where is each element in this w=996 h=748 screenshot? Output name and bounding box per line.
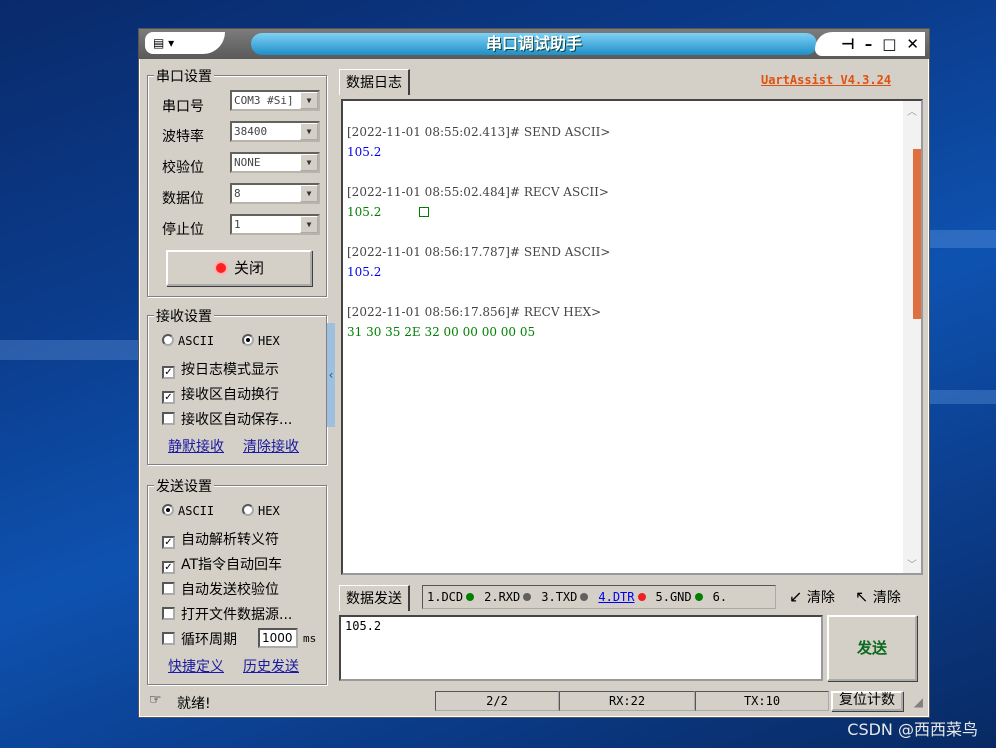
file-source-checkbox[interactable]: 打开文件数据源... (162, 604, 292, 624)
send-settings-group: 发送设置 ASCII HEX ✓ 自动解析转义符 ✓ AT指令自动回车 自动发送校验… (147, 476, 327, 685)
window-controls: ⊣ – □ ✕ (815, 32, 925, 56)
arrow-up-left-icon: ↖ (855, 587, 869, 606)
recv-hex-radio[interactable]: HEX (242, 334, 280, 348)
wallpaper-beam (0, 340, 140, 360)
log-area[interactable]: [2022-11-01 08:55:02.413]# SEND ASCII> 1… (341, 99, 923, 575)
group-title: 接收设置 (154, 306, 214, 326)
unprintable-char-glyph (419, 207, 430, 217)
chevron-down-icon[interactable]: ▼ (300, 92, 318, 109)
stopbits-label: 停止位 (162, 222, 204, 238)
history-send-link[interactable]: 历史发送 (243, 656, 299, 676)
close-window-button[interactable]: ✕ (906, 35, 919, 53)
wallpaper-beam (930, 230, 996, 248)
chevron-down-icon[interactable]: ▼ (300, 185, 318, 202)
recv-settings-group: 接收设置 ASCII HEX ✓ 按日志模式显示 ✓ 接收区自动换行 接收区自动保存… (147, 306, 327, 465)
window-title: 串口调试助手 (251, 33, 817, 55)
period-unit: ms (303, 632, 317, 645)
watermark: CSDN @西西菜鸟 (847, 720, 978, 739)
log-header: [2022-11-01 08:55:02.484]# RECV ASCII> (347, 185, 609, 199)
port-label: 串口号 (162, 99, 204, 115)
scroll-down-icon[interactable]: ﹀ (907, 556, 917, 571)
recv-ascii-radio[interactable]: ASCII (162, 334, 214, 348)
log-body: 105.2 (347, 265, 382, 279)
status-text: 就绪! (177, 696, 211, 712)
close-port-button[interactable]: 关闭 (166, 250, 312, 286)
hand-pointer-icon: ☞ (149, 692, 162, 708)
auto-checksum-checkbox[interactable]: 自动发送校验位 (162, 579, 279, 599)
status-rx: RX:22 (559, 691, 695, 711)
panel-collapse-handle[interactable]: ‹ (327, 323, 335, 427)
chevron-down-icon[interactable]: ▼ (300, 216, 318, 233)
parity-select[interactable]: NONE ▼ (230, 152, 320, 173)
log-mode-checkbox[interactable]: ✓ 按日志模式显示 (162, 359, 279, 379)
pin-dtr[interactable]: 4.DTR (598, 590, 634, 604)
log-body: 105.2 (347, 145, 382, 159)
baud-label: 波特率 (162, 129, 204, 145)
status-led-icon (213, 261, 228, 275)
send-button[interactable]: 发送 (827, 615, 917, 681)
port-select[interactable]: COM3 #Si] ▼ (230, 90, 320, 111)
reset-count-button[interactable]: 复位计数 (831, 691, 903, 711)
shortcut-define-link[interactable]: 快捷定义 (168, 656, 224, 676)
log-header: [2022-11-01 08:56:17.856]# RECV HEX> (347, 305, 602, 319)
auto-wrap-checkbox[interactable]: ✓ 接收区自动换行 (162, 384, 279, 404)
chevron-down-icon[interactable]: ▼ (300, 123, 318, 140)
minimize-button[interactable]: – (865, 35, 873, 53)
scroll-thumb[interactable] (913, 149, 921, 319)
parity-label: 校验位 (162, 160, 204, 176)
pin-6: 6. (712, 590, 728, 604)
resize-grip-icon[interactable]: ◢ (914, 695, 923, 709)
chevron-down-icon[interactable]: ▼ (300, 154, 318, 171)
system-menu-button[interactable]: ▤ ▾ (145, 32, 225, 54)
at-auto-return-checkbox[interactable]: ✓ AT指令自动回车 (162, 554, 282, 574)
pin-dcd: 1.DCD (427, 590, 484, 604)
clear-send-button[interactable]: ↙ 清除 (789, 587, 835, 607)
title-bar[interactable]: ▤ ▾ 串口调试助手 ⊣ – □ ✕ (139, 29, 929, 59)
databits-label: 数据位 (162, 191, 204, 207)
pin-icon[interactable]: ⊣ (841, 35, 855, 53)
log-header: [2022-11-01 08:56:17.787]# SEND ASCII> (347, 245, 611, 259)
baud-select[interactable]: 38400 ▼ (230, 121, 320, 142)
send-ascii-radio[interactable]: ASCII (162, 504, 214, 518)
clear-log-button[interactable]: ↖ 清除 (855, 587, 901, 607)
serial-settings-group: 串口设置 串口号 COM3 #Si] ▼ 波特率 38400 ▼ 校验位 NONE ▼… (147, 66, 327, 297)
log-body: 105.2 (347, 205, 430, 219)
app-window: ▤ ▾ 串口调试助手 ⊣ – □ ✕ 串口设置 串口号 COM3 #Si] ▼ 波特率 … (138, 28, 930, 718)
status-tx: TX:10 (695, 691, 829, 711)
silent-recv-link[interactable]: 静默接收 (168, 436, 224, 456)
stopbits-select[interactable]: 1 ▼ (230, 214, 320, 235)
maximize-button[interactable]: □ (882, 35, 896, 53)
wallpaper-beam (930, 390, 996, 404)
version-label: UartAssist V4.3.24 (761, 73, 892, 87)
pin-status-bar: 1.DCD 2.RXD 3.TXD 4.DTR 5.GND 6. (422, 585, 776, 609)
loop-period-checkbox[interactable]: 循环周期 (162, 629, 237, 649)
group-title: 发送设置 (154, 476, 214, 496)
log-header: [2022-11-01 08:55:02.413]# SEND ASCII> (347, 125, 611, 139)
arrow-down-left-icon: ↙ (789, 587, 803, 606)
databits-select[interactable]: 8 ▼ (230, 183, 320, 204)
period-input[interactable]: 1000 (258, 628, 298, 648)
group-title: 串口设置 (154, 66, 214, 86)
pin-txd: 3.TXD (541, 590, 598, 604)
status-count: 2/2 (435, 691, 559, 711)
auto-save-checkbox[interactable]: 接收区自动保存... (162, 409, 292, 429)
log-body: 31 30 35 2E 32 00 00 00 00 05 (347, 325, 536, 339)
log-scrollbar[interactable]: ︿ ﹀ (903, 101, 921, 573)
send-hex-radio[interactable]: HEX (242, 504, 280, 518)
tab-data-log[interactable]: 数据日志 (339, 69, 410, 95)
tab-data-send[interactable]: 数据发送 (339, 585, 410, 611)
pin-gnd: 5.GND (656, 590, 713, 604)
escape-parse-checkbox[interactable]: ✓ 自动解析转义符 (162, 529, 279, 549)
send-input[interactable]: 105.2 (339, 615, 823, 681)
scroll-up-icon[interactable]: ︿ (907, 103, 917, 118)
clear-recv-link[interactable]: 清除接收 (243, 436, 299, 456)
status-bar: ☞ 就绪! 2/2 RX:22 TX:10 复位计数 ◢ (139, 689, 929, 717)
pin-rxd: 2.RXD (484, 590, 541, 604)
